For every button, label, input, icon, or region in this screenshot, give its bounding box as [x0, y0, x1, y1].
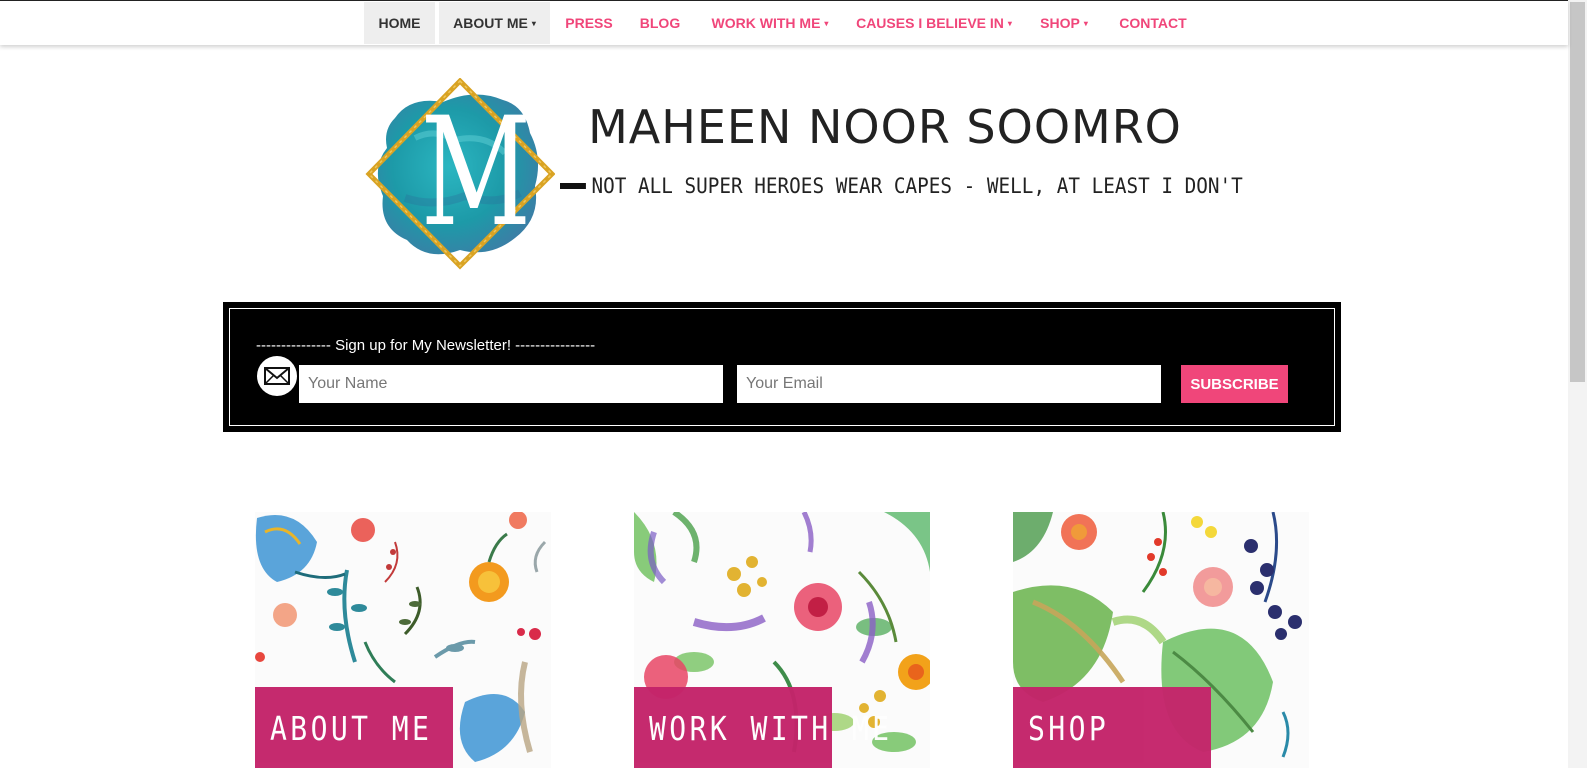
name-input[interactable] [299, 365, 723, 403]
chevron-down-icon: ▾ [824, 19, 829, 28]
card-work-with-me[interactable]: WORK WITH ME [634, 512, 930, 768]
scrollbar-thumb[interactable] [1570, 2, 1585, 382]
nav-about-me[interactable]: ABOUT ME ▾ [439, 2, 550, 44]
newsletter-signup: --------------- Sign up for My Newslette… [223, 302, 1341, 432]
chevron-down-icon: ▾ [531, 19, 536, 28]
nav-shop[interactable]: SHOP ▾ [1026, 2, 1102, 44]
envelope-icon [257, 356, 297, 396]
nav-causes[interactable]: CAUSES I BELIEVE IN ▾ [848, 2, 1020, 44]
nav-causes-label: CAUSES I BELIEVE IN [856, 15, 1004, 31]
card-shop[interactable]: SHOP [1013, 512, 1309, 768]
nav-shop-label: SHOP [1040, 15, 1080, 31]
site-title: MAHEEN NOOR SOOMRO [588, 100, 1182, 154]
nav-contact-label: CONTACT [1119, 15, 1187, 31]
newsletter-heading: --------------- Sign up for My Newslette… [256, 337, 596, 354]
top-navigation: HOME ABOUT ME ▾ PRESS BLOG WORK WITH ME ▾ … [0, 0, 1568, 45]
newsletter-frame: --------------- Sign up for My Newslette… [229, 308, 1335, 426]
chevron-down-icon: ▾ [1083, 19, 1088, 28]
nav-work-with-me[interactable]: WORK WITH ME ▾ [698, 2, 842, 44]
card-about-me[interactable]: ABOUT ME [255, 512, 551, 768]
card-title-shop: SHOP [1028, 709, 1110, 748]
site-tagline: NOT ALL SUPER HEROES WEAR CAPES - WELL, … [585, 170, 1249, 202]
site-logo[interactable]: M [365, 77, 556, 270]
nav-home-label: HOME [378, 15, 421, 31]
nav-contact[interactable]: CONTACT [1108, 2, 1198, 44]
nav-press-label: PRESS [565, 15, 613, 31]
logo-letter: M [420, 86, 532, 260]
nav-blog-label: BLOG [639, 15, 681, 31]
card-title-about-me: ABOUT ME [270, 709, 433, 748]
card-label-about-me: ABOUT ME [255, 687, 453, 768]
site-tagline-row: NOT ALL SUPER HEROES WEAR CAPES - WELL, … [560, 170, 1249, 202]
card-label-work-with-me: WORK WITH ME [634, 687, 889, 768]
subscribe-button[interactable]: SUBSCRIBE [1181, 365, 1288, 403]
chevron-down-icon: ▾ [1007, 19, 1012, 28]
nav-work-with-me-label: WORK WITH ME [711, 15, 821, 31]
nav-blog[interactable]: BLOG [628, 2, 692, 44]
email-input[interactable] [737, 365, 1161, 403]
nav-about-me-label: ABOUT ME [453, 15, 528, 31]
site-tagline-text: NOT ALL SUPER HEROES WEAR CAPES - WELL, … [585, 174, 1249, 198]
card-label-shop: SHOP [1013, 687, 1211, 768]
nav-home[interactable]: HOME [364, 2, 435, 44]
nav-press[interactable]: PRESS [556, 2, 622, 44]
card-title-work-with-me: WORK WITH ME [649, 709, 893, 748]
